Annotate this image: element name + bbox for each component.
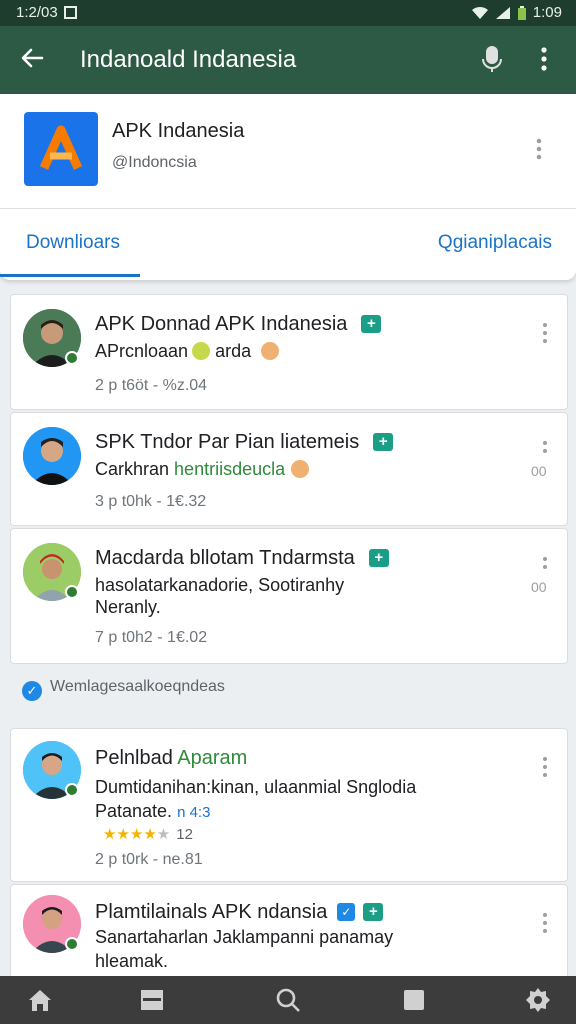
- bottom-nav: [0, 976, 576, 1024]
- more-vert-icon[interactable]: [543, 557, 549, 573]
- emoji-icon: [192, 342, 211, 360]
- post-title: APK Donnad APK Indanesia +: [95, 313, 382, 336]
- post-text: hasolatarkanadorie, Sootiranhy: [95, 575, 345, 595]
- online-indicator: [65, 585, 79, 599]
- post-meta: 3 p t0hk - 1€.32: [95, 493, 207, 510]
- square-icon[interactable]: [400, 986, 428, 1014]
- add-badge-icon[interactable]: +: [373, 433, 394, 451]
- post-text: Carkhran hentriisdeucla: [95, 459, 310, 480]
- post-title: Macdarda bllotam Tndarmsta +: [95, 547, 389, 570]
- add-badge-icon[interactable]: +: [368, 549, 389, 567]
- count-label: 00: [531, 463, 547, 479]
- status-right: 1:09: [471, 4, 562, 21]
- post-card[interactable]: Plamtilainals APK ndansia ✓ + Sanartaharla…: [10, 884, 568, 986]
- mic-icon[interactable]: [480, 44, 504, 74]
- tab-downloads[interactable]: Downlioars: [26, 232, 120, 254]
- wifi-icon: [471, 6, 488, 19]
- app-bar: Indanoald Indanesia: [0, 26, 576, 94]
- post-title: Plamtilainals APK ndansia ✓ +: [95, 901, 384, 924]
- post-text-2: Patanate. n 4:3: [95, 801, 211, 821]
- more-vert-icon[interactable]: [543, 913, 549, 937]
- more-vert-icon[interactable]: [540, 46, 548, 72]
- app-header-card: APK Indanesia @Indoncsia Downlioars Qgia…: [0, 94, 576, 280]
- emoji-icon: [291, 460, 310, 478]
- post-text: APrcnloaan arda: [95, 341, 280, 362]
- status-bar: 1:2/03 1:09: [0, 0, 576, 26]
- add-badge-icon[interactable]: +: [361, 315, 382, 333]
- add-badge-icon[interactable]: +: [363, 903, 384, 921]
- status-time-left: 1:2/03: [16, 4, 77, 21]
- section-header[interactable]: ✓ Wemlagesaalkoeqndeas: [22, 678, 225, 701]
- tab-other[interactable]: Qgianiplacais: [438, 232, 552, 254]
- post-title: Pelnlbad Aparam: [95, 747, 248, 769]
- post-text-2: Neranly.: [95, 597, 161, 617]
- count-label: 00: [531, 579, 547, 595]
- post-card[interactable]: SPK Tndor Par Pian liatemeis + Carkhran h…: [10, 412, 568, 526]
- settings-icon[interactable]: [524, 986, 552, 1014]
- search-icon[interactable]: [274, 986, 302, 1014]
- check-icon: ✓: [22, 681, 42, 701]
- post-card[interactable]: APK Donnad APK Indanesia + APrcnloaan ard…: [10, 294, 568, 410]
- more-vert-icon[interactable]: [543, 441, 549, 457]
- back-arrow-icon[interactable]: [18, 44, 46, 72]
- post-title: SPK Tndor Par Pian liatemeis +: [95, 431, 394, 454]
- more-vert-icon[interactable]: [543, 757, 549, 781]
- rating-stars: ★★★★★ 12: [103, 826, 193, 843]
- post-text: Dumtidanihan:kinan, ulaanmial Snglodia: [95, 777, 417, 797]
- signal-icon: [495, 6, 510, 19]
- verified-badge-icon: ✓: [337, 903, 356, 921]
- post-meta: 7 p t0h2 - 1€.02: [95, 629, 208, 646]
- avatar[interactable]: [23, 427, 81, 485]
- battery-icon: [517, 5, 526, 20]
- app-name: APK Indanesia: [112, 120, 245, 142]
- online-indicator: [65, 783, 79, 797]
- tab-indicator: [0, 274, 140, 277]
- app-handle[interactable]: @Indoncsia: [112, 154, 197, 172]
- emoji-icon: [261, 342, 280, 360]
- status-time: 1:09: [532, 4, 562, 21]
- notification-icon: [63, 6, 77, 19]
- library-icon[interactable]: [138, 986, 166, 1014]
- post-text-2: hleamak.: [95, 951, 169, 971]
- more-vert-icon[interactable]: [543, 323, 549, 347]
- home-icon[interactable]: [26, 986, 54, 1014]
- post-card[interactable]: Macdarda bllotam Tndarmsta + hasolatarkan…: [10, 528, 568, 664]
- app-logo-icon[interactable]: [24, 112, 98, 186]
- app-bar-title: Indanoald Indanesia: [80, 46, 297, 73]
- post-text: Sanartaharlan Jaklampanni panamay: [95, 927, 394, 947]
- online-indicator: [65, 351, 79, 365]
- post-card[interactable]: Pelnlbad Aparam Dumtidanihan:kinan, ulaa…: [10, 728, 568, 882]
- more-vert-icon[interactable]: [536, 138, 542, 160]
- divider: [0, 208, 576, 209]
- online-indicator: [65, 937, 79, 951]
- post-meta: 2 p t0rk - ne.81: [95, 851, 203, 868]
- post-meta: 2 p t6öt - %z.04: [95, 377, 208, 394]
